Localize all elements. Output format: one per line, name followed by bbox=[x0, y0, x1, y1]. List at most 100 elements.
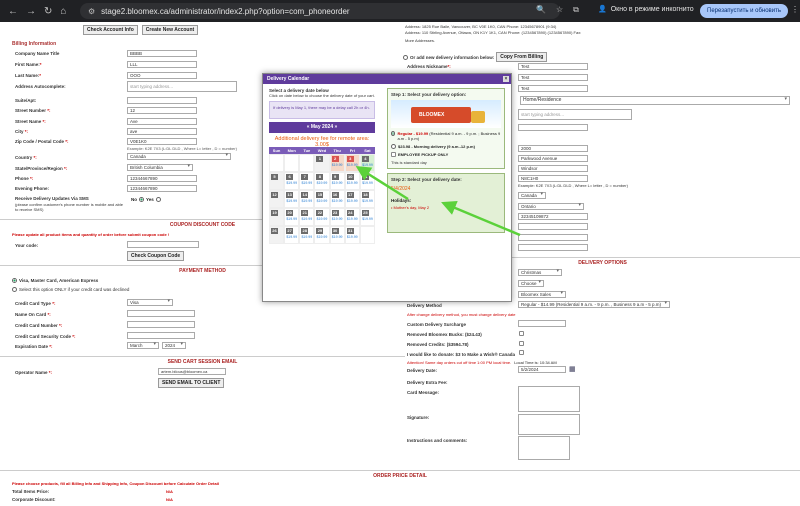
calendar-day[interactable]: 21 $19.99 bbox=[299, 208, 315, 226]
option-regular[interactable]: Regular - $19.99 (Residential 9 a.m. - 9… bbox=[391, 131, 501, 141]
calendar-day[interactable]: 31 $19.99 bbox=[344, 226, 360, 244]
calendar-day[interactable]: 11 $19.99 bbox=[359, 172, 375, 190]
reload-icon[interactable]: ↻ bbox=[44, 6, 52, 17]
calendar-day[interactable]: 20 $19.99 bbox=[284, 208, 300, 226]
calendar-day[interactable]: 7 $19.99 bbox=[299, 172, 315, 190]
site-info-icon[interactable]: ⚙ bbox=[88, 7, 95, 16]
calendar-day[interactable]: 23 $19.99 bbox=[329, 208, 345, 226]
check-coupon-button[interactable]: Check Coupon Code bbox=[127, 251, 185, 261]
calendar-day[interactable]: 9 $19.99 bbox=[329, 172, 345, 190]
option-regular-radio[interactable] bbox=[391, 131, 396, 136]
address-type-select[interactable]: Home/Residence bbox=[520, 96, 790, 105]
instructions-textarea[interactable] bbox=[518, 436, 570, 460]
billing-autocomplete-input[interactable]: start typing address... bbox=[127, 81, 237, 92]
state-select[interactable]: British Columbia bbox=[127, 164, 193, 171]
ship-evening-phone-input[interactable] bbox=[518, 223, 588, 230]
payment-card-radio[interactable] bbox=[12, 278, 17, 283]
surcharge-input[interactable] bbox=[518, 320, 566, 327]
address-bar[interactable]: ⚙ stage2.bloomex.ca/administrator/index2… bbox=[80, 3, 560, 19]
company-input[interactable]: BBBB bbox=[127, 50, 197, 57]
delivery-method-select[interactable]: Regular - $14.99 (Residential 9 a.m. - 9… bbox=[518, 301, 670, 308]
option-pickup-checkbox[interactable] bbox=[391, 152, 396, 157]
back-icon[interactable]: ← bbox=[8, 6, 18, 17]
ship-autocomplete-input[interactable]: start typing address... bbox=[518, 109, 632, 120]
calendar-day[interactable]: 8 $19.99 bbox=[314, 172, 330, 190]
evening-phone-input[interactable]: 12344667890 bbox=[127, 185, 197, 192]
option-morning[interactable]: $23.98 - Morning delivery (9 a.m.-12 p.m… bbox=[391, 144, 501, 149]
calendar-day[interactable]: 2 $19.99 bbox=[329, 154, 345, 172]
card-message-textarea[interactable] bbox=[518, 386, 580, 412]
calendar-day[interactable]: 27 $19.99 bbox=[284, 226, 300, 244]
ship-extra-input-2[interactable] bbox=[518, 244, 588, 251]
operator-input[interactable]: artem.bilous@bloomex.ca bbox=[158, 368, 226, 375]
calendar-day[interactable]: 24 $19.99 bbox=[344, 208, 360, 226]
ship-zip-input[interactable]: N8C1H0 bbox=[518, 175, 588, 182]
bookmark-icon[interactable]: ☆ bbox=[556, 5, 563, 15]
name-on-card-input[interactable] bbox=[127, 310, 195, 317]
ship-phone-input[interactable]: 32345109872 bbox=[518, 213, 588, 220]
exp-month-select[interactable]: March bbox=[127, 342, 159, 349]
security-code-input[interactable] bbox=[127, 332, 195, 339]
calendar-day[interactable]: 29 $19.99 bbox=[314, 226, 330, 244]
copy-from-billing-button[interactable]: Copy From Billing bbox=[496, 52, 548, 62]
sms-yes-radio[interactable] bbox=[155, 197, 161, 202]
option-pickup[interactable]: EMPLOYEE PICKUP ONLY bbox=[391, 152, 501, 157]
exp-year-select[interactable]: 2024 bbox=[162, 342, 186, 349]
signature-textarea[interactable] bbox=[518, 414, 580, 435]
nickname-input[interactable]: Test bbox=[518, 63, 588, 70]
calendar-day[interactable]: 3 $19.99 bbox=[344, 154, 360, 172]
sender-select[interactable]: Bloomex Sales bbox=[518, 291, 566, 298]
donate-checkbox[interactable] bbox=[519, 350, 524, 355]
payment-declined-radio[interactable] bbox=[12, 287, 17, 292]
option-morning-radio[interactable] bbox=[391, 144, 396, 149]
country-select[interactable]: Canada bbox=[127, 153, 231, 160]
send-email-button[interactable]: SEND EMAIL TO CLIENT bbox=[158, 378, 225, 388]
sms-no-radio[interactable] bbox=[139, 197, 144, 202]
zip-input[interactable]: V0E1K0 bbox=[127, 138, 197, 145]
relaunch-button[interactable]: Перезапустить и обновить bbox=[700, 4, 788, 18]
ship-number-input[interactable]: 2000 bbox=[518, 145, 588, 152]
phone-input[interactable]: 12344667890 bbox=[127, 175, 197, 182]
delivery-date-input[interactable]: 5/2/2024 bbox=[518, 366, 566, 373]
calendar-day[interactable]: 18 $19.99 bbox=[359, 190, 375, 208]
ship-state-select[interactable]: Ontario bbox=[518, 203, 584, 210]
menu-icon[interactable]: ⋮ bbox=[791, 5, 799, 14]
ship-city-input[interactable]: Windsor bbox=[518, 165, 588, 172]
suite-input[interactable] bbox=[127, 97, 197, 104]
last-name-input[interactable]: OOO bbox=[127, 72, 197, 79]
calendar-day[interactable]: 14 $19.99 bbox=[299, 190, 315, 208]
month-navigator[interactable]: « May 2024 » bbox=[269, 122, 375, 133]
street-name-input[interactable]: Ave bbox=[127, 118, 197, 125]
calendar-day[interactable]: 15 $19.99 bbox=[314, 190, 330, 208]
street-number-input[interactable]: 12 bbox=[127, 107, 197, 114]
close-icon[interactable]: × bbox=[503, 76, 509, 82]
calendar-day[interactable]: 17 $19.99 bbox=[344, 190, 360, 208]
calendar-day[interactable]: 22 $19.99 bbox=[314, 208, 330, 226]
coupon-code-input[interactable] bbox=[127, 241, 199, 248]
calendar-day[interactable]: 30 $19.99 bbox=[329, 226, 345, 244]
ship-country-select[interactable]: Canada bbox=[518, 192, 546, 199]
ship-first-name-input[interactable]: Test bbox=[518, 74, 588, 81]
forward-icon[interactable]: → bbox=[26, 6, 36, 17]
add-new-delivery-radio[interactable] bbox=[403, 54, 408, 60]
remove-bucks-checkbox[interactable] bbox=[519, 331, 524, 336]
city-input[interactable]: ave bbox=[127, 128, 197, 135]
calendar-day[interactable]: 13 $19.99 bbox=[284, 190, 300, 208]
more-addresses-link[interactable]: More Addresses. bbox=[405, 38, 435, 43]
zoom-icon[interactable]: 🔍 bbox=[536, 5, 546, 15]
home-icon[interactable]: ⌂ bbox=[60, 6, 66, 17]
ship-extra-input-1[interactable] bbox=[518, 234, 588, 241]
calendar-day[interactable]: 16 $19.99 bbox=[329, 190, 345, 208]
calendar-day[interactable]: 4 $19.99 bbox=[359, 154, 375, 172]
ship-suite-input[interactable] bbox=[518, 124, 588, 131]
first-name-input[interactable]: LLL bbox=[127, 61, 197, 68]
check-account-button[interactable]: Check Account Info bbox=[83, 25, 138, 35]
calendar-day[interactable]: 10 $19.99 bbox=[344, 172, 360, 190]
card-type-select[interactable]: Visa bbox=[127, 299, 173, 306]
occasion-select[interactable]: Christmas bbox=[518, 269, 562, 276]
ship-last-name-input[interactable]: Test bbox=[518, 85, 588, 92]
extensions-icon[interactable]: ⧉ bbox=[573, 5, 579, 15]
ship-street-input[interactable]: Parkwood Avenue bbox=[518, 155, 588, 162]
calendar-day[interactable]: 28 $19.99 bbox=[299, 226, 315, 244]
calendar-day[interactable]: 6 $19.99 bbox=[284, 172, 300, 190]
